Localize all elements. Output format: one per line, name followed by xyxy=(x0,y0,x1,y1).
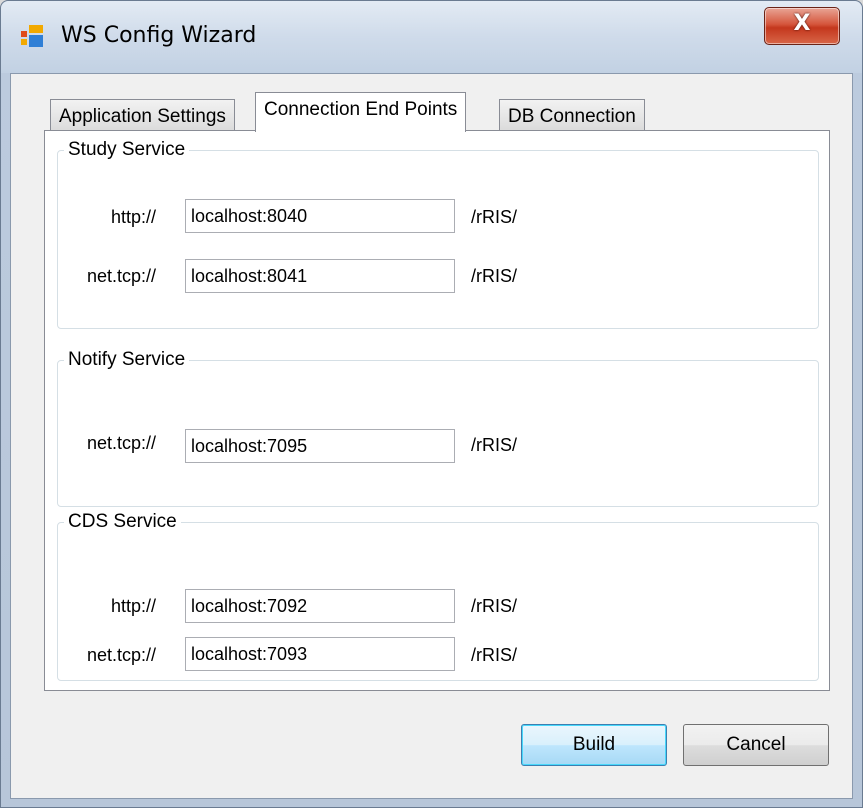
tab-label: Application Settings xyxy=(59,106,226,127)
protocol-label-nettcp: net.tcp:// xyxy=(86,645,156,665)
client-area: Application Settings Connection End Poin… xyxy=(10,73,853,799)
study-nettcp-input[interactable] xyxy=(185,259,455,293)
protocol-label-http: http:// xyxy=(110,596,156,616)
cds-nettcp-input[interactable] xyxy=(185,637,455,671)
group-title: CDS Service xyxy=(68,511,177,532)
group-study-service: Study Service http:// /rRIS/ net.tcp:// … xyxy=(57,139,819,329)
study-http-input[interactable] xyxy=(185,199,455,233)
group-title: Study Service xyxy=(68,139,186,160)
dialog-window: WS Config Wizard X Application Settings … xyxy=(0,0,863,808)
tab-label: DB Connection xyxy=(508,106,636,127)
close-button[interactable]: X xyxy=(764,7,840,45)
tab-label: Connection End Points xyxy=(264,99,458,120)
build-button[interactable]: Build xyxy=(521,724,667,766)
path-suffix: /rRIS/ xyxy=(471,435,518,455)
protocol-label-nettcp: net.tcp:// xyxy=(86,433,156,453)
tab-connection-end-points[interactable]: Connection End Points xyxy=(255,92,467,132)
tab-application-settings[interactable]: Application Settings xyxy=(50,99,235,133)
path-suffix: /rRIS/ xyxy=(471,207,518,227)
group-title: Notify Service xyxy=(68,349,186,370)
cancel-button[interactable]: Cancel xyxy=(683,724,829,766)
group-notify-service: Notify Service net.tcp:// /rRIS/ xyxy=(57,349,819,507)
window-title: WS Config Wizard xyxy=(61,23,257,48)
close-icon: X xyxy=(793,11,811,36)
windows-form-icon xyxy=(21,25,43,47)
tab-db-connection[interactable]: DB Connection xyxy=(499,99,645,133)
protocol-label-nettcp: net.tcp:// xyxy=(86,266,156,286)
title-bar[interactable]: WS Config Wizard X xyxy=(1,1,862,73)
path-suffix: /rRIS/ xyxy=(471,596,518,616)
notify-nettcp-input[interactable] xyxy=(185,429,455,463)
tab-panel-connection-end-points: Study Service http:// /rRIS/ net.tcp:// … xyxy=(44,130,830,691)
protocol-label-http: http:// xyxy=(110,207,156,227)
cds-http-input[interactable] xyxy=(185,589,455,623)
path-suffix: /rRIS/ xyxy=(471,266,518,286)
path-suffix: /rRIS/ xyxy=(471,645,518,665)
group-cds-service: CDS Service http:// /rRIS/ net.tcp:// /r… xyxy=(57,511,819,681)
